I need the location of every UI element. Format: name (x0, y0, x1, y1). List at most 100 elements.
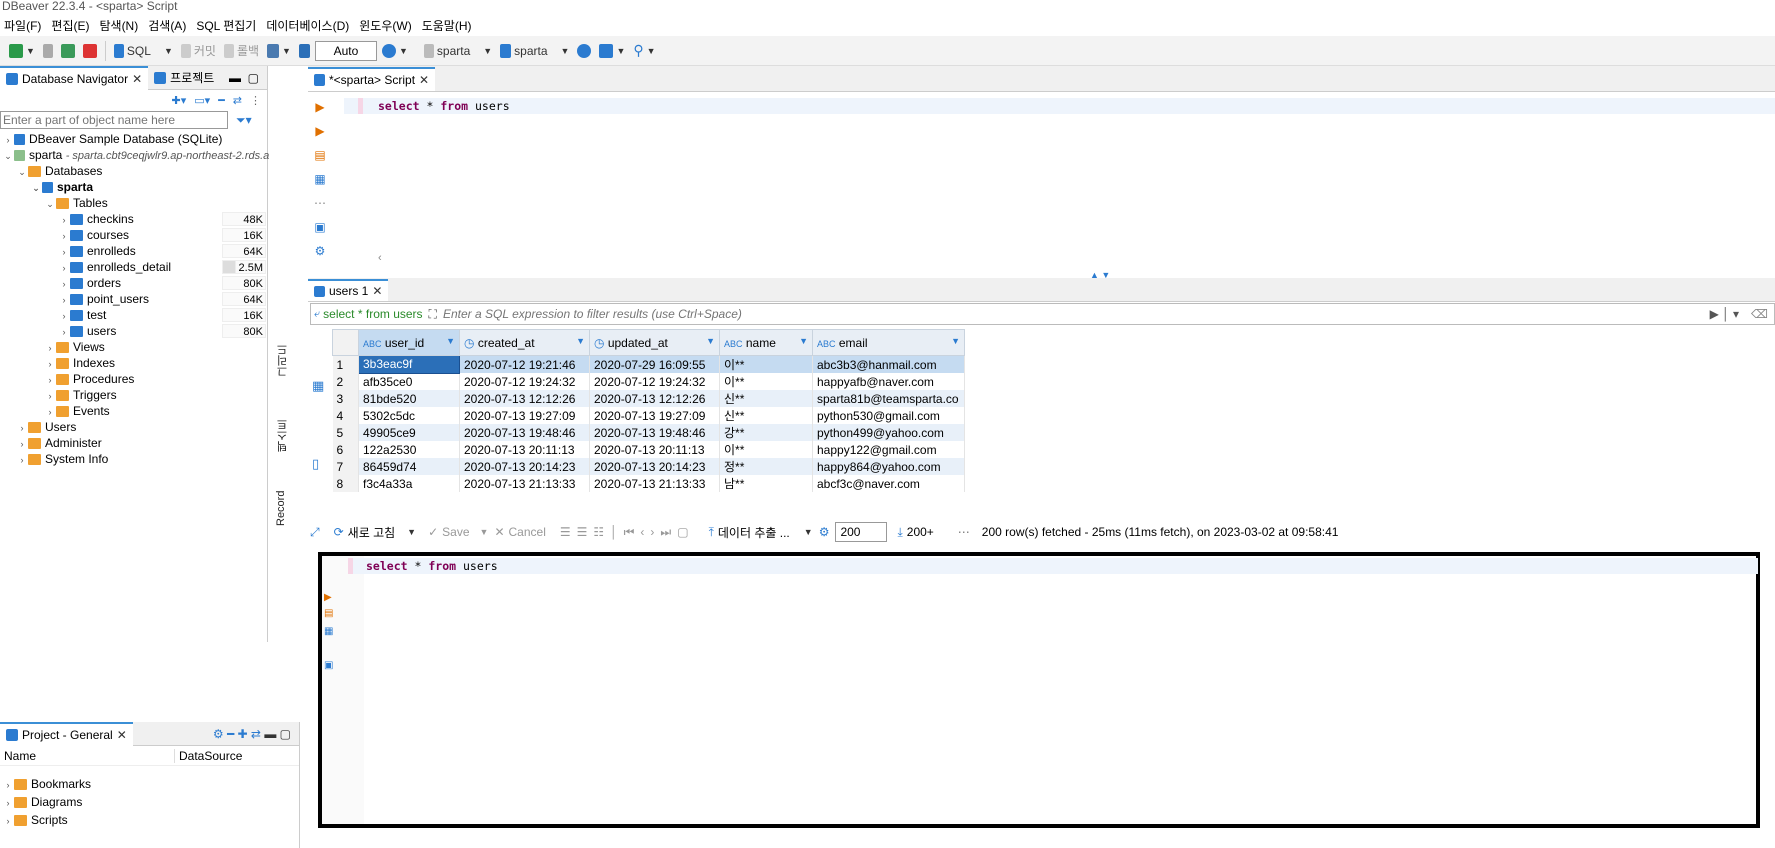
cell-name[interactable]: 신** (719, 390, 813, 407)
tab-grid[interactable]: 그리드 (275, 336, 291, 386)
text-icon[interactable]: ▯ (312, 456, 319, 472)
column-header-updated-at[interactable]: ◷ updated_at ▼ (589, 329, 720, 356)
rollback-button[interactable]: 롤백 (221, 40, 262, 62)
tree-item-triggers[interactable]: › Triggers (44, 387, 117, 403)
cell-email[interactable]: python530@gmail.com (812, 407, 965, 424)
close-icon[interactable]: ✕ (117, 728, 127, 742)
cell-user-id[interactable]: 3b3eac9f (358, 355, 460, 374)
schema-selector[interactable]: sparta ▼ (497, 40, 572, 62)
tab-record[interactable]: Record (275, 486, 291, 530)
cell-user-id[interactable]: 49905ce9 (358, 424, 460, 441)
erd-button[interactable]: ▼ (596, 40, 628, 62)
sort-icon[interactable]: ▼ (446, 336, 455, 346)
new-connection-button[interactable]: ▼ (6, 40, 38, 62)
project-item-diagrams[interactable]: › Diagrams (2, 794, 83, 810)
cell-name[interactable]: 남** (719, 475, 813, 492)
link-icon[interactable]: ⇄ (233, 94, 242, 107)
tab-sparta-script[interactable]: *<sparta> Script ✕ (308, 67, 436, 91)
cancel-button[interactable]: ✕ Cancel (494, 525, 545, 539)
cell-created-at[interactable]: 2020-07-13 19:48:46 (459, 424, 590, 441)
expand-icon[interactable]: ⛶ (423, 307, 443, 322)
commit-button[interactable]: 커밋 (178, 40, 219, 62)
table-row[interactable]: 6 122a2530 2020-07-13 20:11:13 2020-07-1… (332, 441, 965, 458)
tab-users-1[interactable]: users 1 ✕ (308, 279, 389, 301)
cell-user-id[interactable]: 5302c5dc (358, 407, 460, 424)
execute-icon[interactable]: ▶ (315, 100, 324, 114)
tree-item-table[interactable]: › checkins (58, 211, 134, 227)
column-datasource-header[interactable]: DataSource (175, 749, 242, 763)
cell-user-id[interactable]: 81bde520 (358, 390, 460, 407)
table-row[interactable]: 4 5302c5dc 2020-07-13 19:27:09 2020-07-1… (332, 407, 965, 424)
column-header-created-at[interactable]: ◷ created_at ▼ (459, 329, 590, 356)
tree-item-procedures[interactable]: › Procedures (44, 371, 135, 387)
tree-item-views[interactable]: › Views (44, 339, 105, 355)
tree-item-indexes[interactable]: › Indexes (44, 355, 116, 371)
column-header-email[interactable]: ABC email ▼ (812, 329, 965, 356)
dashboard-button[interactable] (574, 40, 594, 62)
tab-database-navigator[interactable]: Database Navigator ✕ (0, 65, 149, 90)
table-row[interactable]: 3 81bde520 2020-07-13 12:12:26 2020-07-1… (332, 390, 965, 407)
sort-icon[interactable]: ▼ (576, 336, 585, 346)
cell-name[interactable]: 이** (719, 355, 813, 373)
row-edit-icons[interactable]: ☰☰☷│⏮‹›⏭▢ (560, 525, 695, 540)
refresh-button[interactable]: ⟳ 새로 고침 ▼ (334, 524, 416, 541)
cell-name[interactable]: 정** (719, 458, 813, 475)
tree-item-administer[interactable]: › Administer (16, 435, 102, 451)
tab-project-general[interactable]: Project - General ✕ (0, 721, 133, 746)
cell-updated-at[interactable]: 2020-07-13 12:12:26 (589, 390, 720, 407)
cell-created-at[interactable]: 2020-07-13 20:14:23 (459, 458, 590, 475)
cell-updated-at[interactable]: 2020-07-12 19:24:32 (589, 373, 720, 390)
cell-user-id[interactable]: 86459d74 (358, 458, 460, 475)
cell-updated-at[interactable]: 2020-07-13 20:11:13 (589, 441, 720, 458)
cell-name[interactable]: 강** (719, 424, 813, 441)
reconnect-button[interactable] (58, 40, 78, 62)
tree-item-sample-db[interactable]: › DBeaver Sample Database (SQLite) (2, 131, 223, 147)
cell-created-at[interactable]: 2020-07-12 19:21:46 (459, 355, 590, 373)
filter-query-label[interactable]: select * from users (323, 307, 422, 321)
more-icon[interactable]: ⋯ (958, 525, 970, 539)
execute-script-icon[interactable]: ▶ (315, 124, 324, 138)
column-header-name[interactable]: ABC name ▼ (719, 329, 813, 356)
menu-database[interactable]: 데이터베이스(D) (262, 17, 355, 34)
cell-created-at[interactable]: 2020-07-13 19:27:09 (459, 407, 590, 424)
apply-filter-icon[interactable]: ▶ │ ▾ (1704, 307, 1745, 321)
table-row[interactable]: 7 86459d74 2020-07-13 20:14:23 2020-07-1… (332, 458, 965, 475)
cell-created-at[interactable]: 2020-07-13 20:11:13 (459, 441, 590, 458)
sql-editor-button[interactable]: SQL ▼ (111, 40, 176, 62)
cell-email[interactable]: abcf3c@naver.com (812, 475, 965, 492)
project-toolbar-icons[interactable]: ⚙ ━ ✚ ⇄ ▬ ▢ (213, 727, 299, 741)
horizontal-scroll-left[interactable]: ‹ (378, 252, 382, 264)
column-name-header[interactable]: Name (0, 748, 175, 763)
search-button[interactable]: ⚲ ▼ (630, 40, 658, 62)
history-button[interactable]: ▼ (379, 40, 411, 62)
close-icon[interactable]: ✕ (372, 284, 382, 298)
cell-created-at[interactable]: 2020-07-12 19:24:32 (459, 373, 590, 390)
tree-item-table[interactable]: › orders (58, 275, 122, 291)
cell-updated-at[interactable]: 2020-07-29 16:09:55 (589, 355, 720, 373)
fetch-more-button[interactable]: ⤓ 200+ (897, 525, 933, 540)
tree-item-table[interactable]: › test (58, 307, 107, 323)
cell-email[interactable]: happyafb@naver.com (812, 373, 965, 390)
new-folder-icon[interactable]: ▭▾ (194, 94, 210, 107)
cell-user-id[interactable]: 122a2530 (358, 441, 460, 458)
tree-item-system-info[interactable]: › System Info (16, 451, 109, 467)
cell-user-id[interactable]: f3c4a33a (358, 475, 460, 492)
cell-updated-at[interactable]: 2020-07-13 19:27:09 (589, 407, 720, 424)
menu-sql-editor[interactable]: SQL 편집기 (192, 17, 262, 34)
filter-icon[interactable]: ⏷▾ (236, 113, 252, 128)
tree-item-table[interactable]: › point_users (58, 291, 150, 307)
project-item-scripts[interactable]: › Scripts (2, 812, 68, 828)
sort-icon[interactable]: ▼ (706, 336, 715, 346)
results-filter-input[interactable] (442, 307, 1704, 321)
fetch-size-input[interactable]: 200 (835, 522, 888, 542)
menu-window[interactable]: 윈도우(W) (355, 17, 417, 34)
new-connection-icon[interactable]: ✚▾ (171, 94, 186, 107)
lock-button[interactable] (296, 40, 313, 62)
export-data-button[interactable]: ⤒ 데이터 추출 ... ▼ (709, 524, 813, 541)
tree-item-tables[interactable]: ⌄ Tables (44, 195, 107, 211)
cell-updated-at[interactable]: 2020-07-13 20:14:23 (589, 458, 720, 475)
minimize-icon[interactable]: ▬ ▢ (229, 71, 267, 85)
cell-name[interactable]: 신** (719, 407, 813, 424)
table-row[interactable]: 1 3b3eac9f 2020-07-12 19:21:46 2020-07-2… (332, 355, 965, 374)
close-icon[interactable]: ✕ (132, 72, 142, 86)
